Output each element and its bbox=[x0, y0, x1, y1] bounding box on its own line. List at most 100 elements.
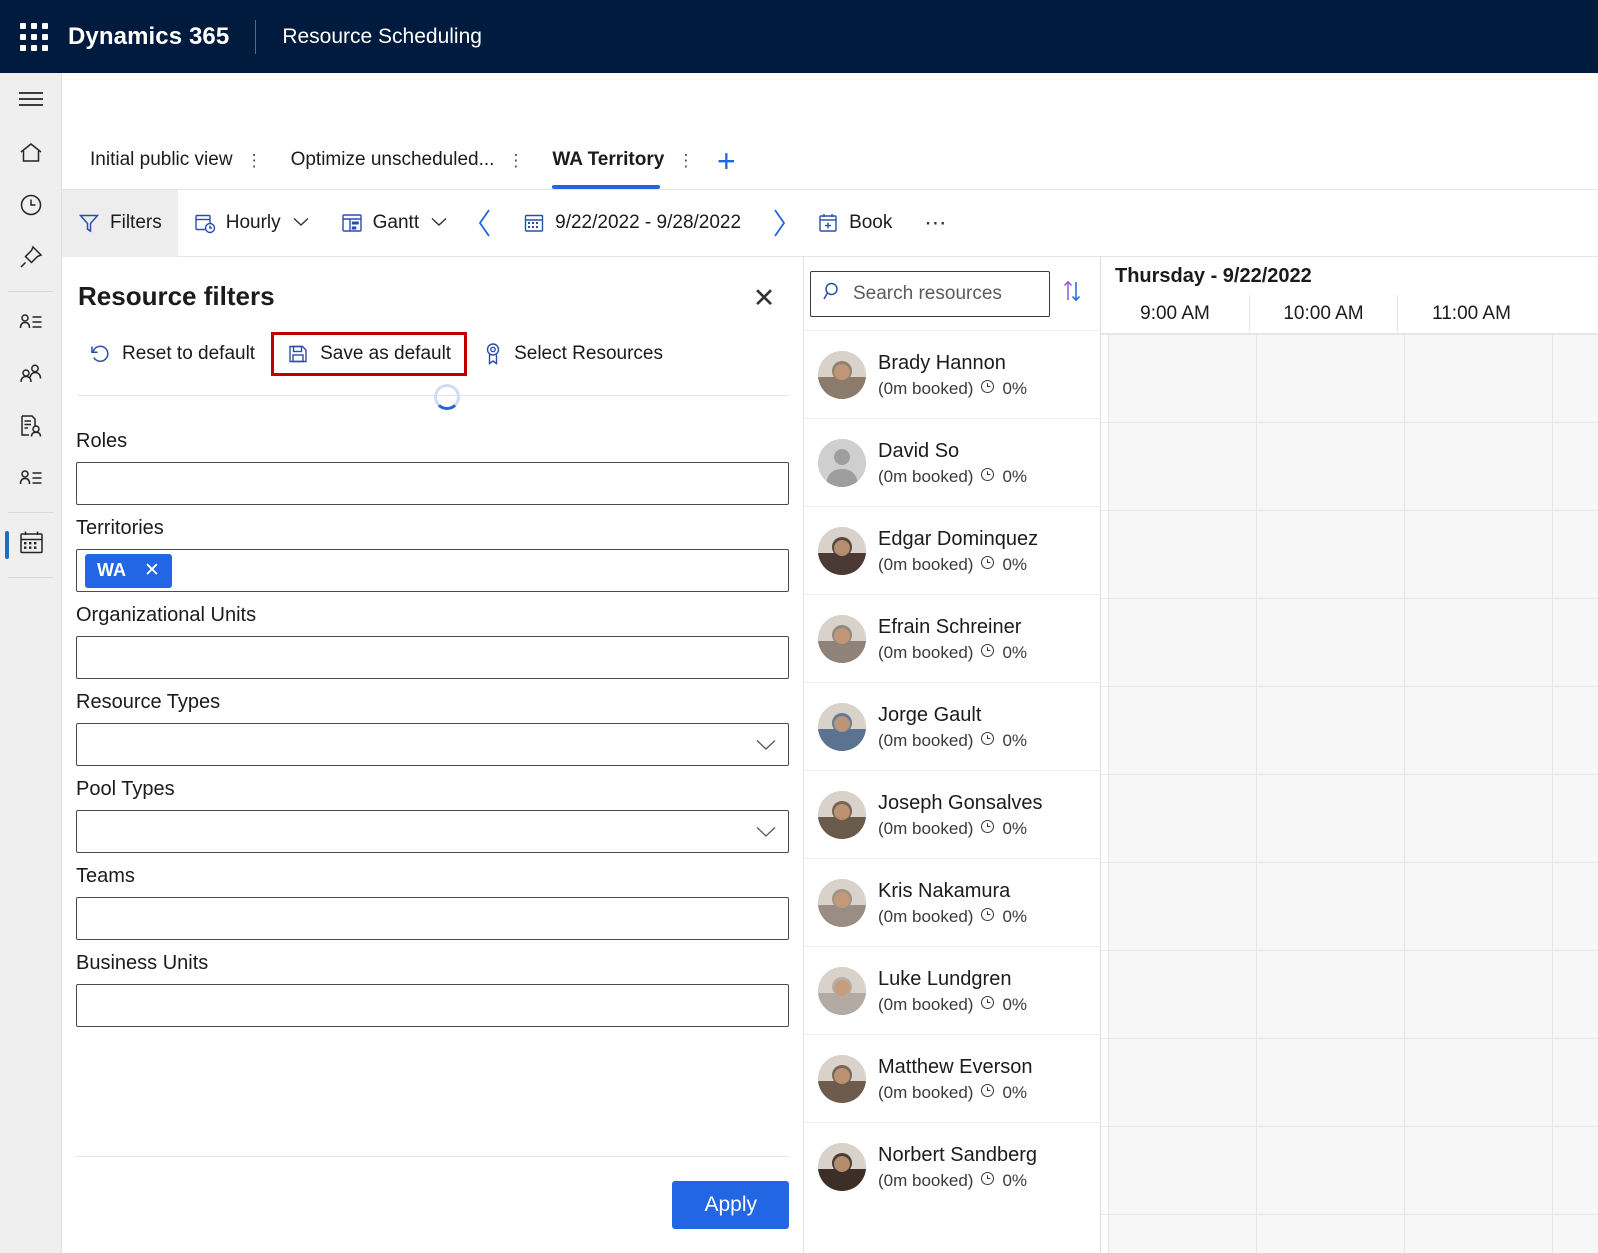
business-units-input[interactable] bbox=[76, 984, 789, 1027]
territory-chip[interactable]: WA ✕ bbox=[85, 554, 172, 588]
brand-title: Dynamics 365 bbox=[68, 23, 229, 51]
sidebar-item-contacts[interactable] bbox=[0, 350, 62, 402]
chip-remove-icon[interactable]: ✕ bbox=[144, 559, 160, 582]
resource-row[interactable]: Efrain Schreiner(0m booked)0% bbox=[804, 594, 1100, 682]
sidebar-item-resources[interactable] bbox=[0, 454, 62, 506]
select-resources-button[interactable]: Select Resources bbox=[470, 334, 676, 374]
tab-label: Initial public view bbox=[90, 149, 233, 171]
clock-icon bbox=[980, 995, 995, 1015]
chevron-down-icon[interactable] bbox=[293, 214, 309, 232]
schedule-body[interactable] bbox=[1101, 334, 1598, 1253]
chevron-down-icon[interactable] bbox=[431, 214, 447, 232]
calendar-icon bbox=[18, 529, 45, 561]
schedule-row-line bbox=[1101, 686, 1598, 687]
tab-overflow-icon[interactable]: ⋮ bbox=[507, 152, 524, 169]
territories-input[interactable]: WA ✕ bbox=[76, 549, 789, 592]
resource-utilization: (0m booked)0% bbox=[878, 819, 1043, 839]
resource-row[interactable]: David So(0m booked)0% bbox=[804, 418, 1100, 506]
hamburger-menu-button[interactable] bbox=[0, 73, 62, 129]
resource-types-select[interactable] bbox=[76, 723, 789, 766]
clock-recent-icon bbox=[18, 192, 44, 223]
resource-row[interactable]: Edgar Dominquez(0m booked)0% bbox=[804, 506, 1100, 594]
sort-resources-button[interactable] bbox=[1050, 278, 1094, 309]
save-as-default-button[interactable]: Save as default bbox=[274, 335, 464, 373]
funnel-icon bbox=[78, 212, 100, 234]
resource-utilization: (0m booked) 0% bbox=[878, 1171, 1037, 1191]
tab-optimize-unscheduled[interactable]: Optimize unscheduled... ⋮ bbox=[263, 131, 525, 189]
grid-waffle-icon[interactable] bbox=[18, 21, 50, 53]
resource-row[interactable]: Norbert Sandberg(0m booked)0% bbox=[804, 1122, 1100, 1210]
document-person-icon bbox=[18, 413, 44, 444]
resource-info: Luke Lundgren(0m booked)0% bbox=[878, 967, 1027, 1015]
sidebar-item-work-orders[interactable] bbox=[0, 402, 62, 454]
contact-list-icon bbox=[18, 465, 44, 496]
add-tab-button[interactable]: + bbox=[700, 133, 752, 189]
schedule-day-label: Thursday - 9/22/2022 bbox=[1101, 257, 1598, 295]
utilization-percent: 0% bbox=[1002, 731, 1027, 751]
booked-minutes: (0m booked) bbox=[878, 379, 973, 399]
tab-label: WA Territory bbox=[552, 149, 664, 171]
previous-period-button[interactable] bbox=[463, 208, 507, 238]
roles-input[interactable] bbox=[76, 462, 789, 505]
booked-minutes: (0m booked) bbox=[878, 467, 973, 487]
tab-wa-territory[interactable]: WA Territory ⋮ bbox=[524, 131, 694, 189]
clock-icon bbox=[980, 555, 995, 575]
hourly-view-button[interactable]: Hourly bbox=[178, 190, 325, 257]
date-range-button[interactable]: 9/22/2022 - 9/28/2022 bbox=[507, 190, 757, 257]
sidebar-item-accounts[interactable] bbox=[0, 298, 62, 350]
next-period-button[interactable] bbox=[757, 208, 801, 238]
close-icon[interactable]: ✕ bbox=[747, 281, 781, 315]
schedule-row-line bbox=[1101, 510, 1598, 511]
more-options-button[interactable]: ⋯ bbox=[908, 210, 964, 236]
tab-initial-public-view[interactable]: Initial public view ⋮ bbox=[62, 131, 263, 189]
tab-overflow-icon[interactable]: ⋮ bbox=[246, 152, 263, 169]
avatar bbox=[818, 703, 866, 751]
search-resources-input[interactable]: Search resources bbox=[810, 271, 1050, 317]
sidebar-item-recent[interactable] bbox=[0, 181, 62, 233]
sidebar-item-schedule-board[interactable] bbox=[0, 519, 62, 571]
rail-divider-2 bbox=[8, 512, 54, 513]
avatar bbox=[818, 1143, 866, 1191]
calendar-icon bbox=[523, 212, 545, 234]
resource-name: Jorge Gault bbox=[878, 703, 1027, 728]
filters-button[interactable]: Filters bbox=[62, 190, 178, 257]
pin-icon bbox=[18, 244, 44, 275]
schedule-row-line bbox=[1101, 598, 1598, 599]
booked-minutes: (0m booked) bbox=[878, 643, 973, 663]
resource-name: David So bbox=[878, 439, 1027, 464]
sidebar-item-home[interactable] bbox=[0, 129, 62, 181]
resource-utilization: (0m booked)0% bbox=[878, 555, 1038, 575]
top-navigation-bar: Dynamics 365 Resource Scheduling bbox=[0, 0, 1598, 73]
booked-minutes: (0m booked) bbox=[878, 731, 973, 751]
utilization-percent: 0% bbox=[1002, 555, 1027, 575]
gantt-view-button[interactable]: Gantt bbox=[325, 190, 463, 257]
avatar bbox=[818, 967, 866, 1015]
booked-minutes: (0m booked) bbox=[878, 819, 973, 839]
resource-row[interactable]: Kris Nakamura(0m booked)0% bbox=[804, 858, 1100, 946]
utilization-percent: 0% bbox=[1002, 1171, 1027, 1191]
tab-overflow-icon[interactable]: ⋮ bbox=[677, 152, 694, 169]
teams-input[interactable] bbox=[76, 897, 789, 940]
pool-types-select[interactable] bbox=[76, 810, 789, 853]
reset-to-default-button[interactable]: Reset to default bbox=[76, 335, 268, 373]
resource-row[interactable]: Luke Lundgren(0m booked)0% bbox=[804, 946, 1100, 1034]
booked-minutes: (0m booked) bbox=[878, 1171, 973, 1191]
organizational-units-input[interactable] bbox=[76, 636, 789, 679]
utilization-percent: 0% bbox=[1002, 995, 1027, 1015]
schedule-hour-label: 9:00 AM bbox=[1101, 295, 1249, 333]
resource-row[interactable]: Jorge Gault (0m booked) 0% bbox=[804, 682, 1100, 770]
tab-label: Optimize unscheduled... bbox=[291, 149, 495, 171]
resource-name: Kris Nakamura bbox=[878, 879, 1027, 904]
resource-row[interactable]: Joseph Gonsalves(0m booked)0% bbox=[804, 770, 1100, 858]
resource-row[interactable]: Matthew Everson(0m booked)0% bbox=[804, 1034, 1100, 1122]
apply-button[interactable]: Apply bbox=[672, 1181, 789, 1229]
field-label: Territories bbox=[76, 517, 789, 540]
book-button[interactable]: Book bbox=[801, 190, 908, 257]
calendar-clock-icon bbox=[194, 212, 216, 234]
sidebar-item-pinned[interactable] bbox=[0, 233, 62, 285]
resource-row[interactable]: Brady Hannon(0m booked)0% bbox=[804, 330, 1100, 418]
chevron-down-icon bbox=[756, 724, 776, 765]
field-organizational-units: Organizational Units bbox=[76, 604, 789, 679]
reset-to-default-label: Reset to default bbox=[122, 343, 255, 365]
resource-utilization: (0m booked)0% bbox=[878, 1083, 1033, 1103]
